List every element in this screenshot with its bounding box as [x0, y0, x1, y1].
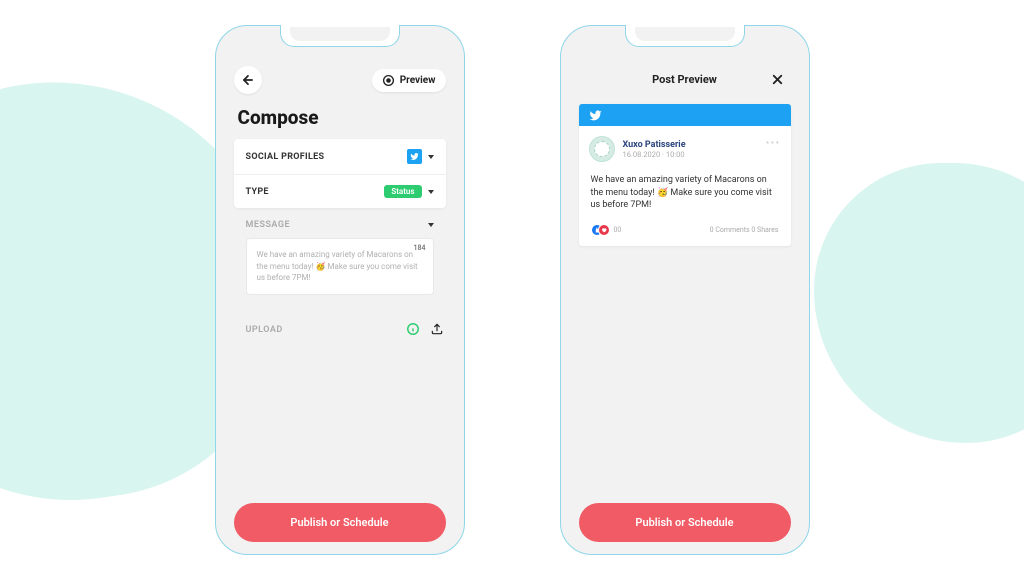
phone-compose: Preview Compose SOCIAL PROFILES TYPE [215, 25, 465, 555]
message-section: MESSAGE 184 We have an amazing variety o… [234, 218, 446, 295]
arrow-left-icon [241, 73, 255, 87]
close-icon [770, 72, 785, 87]
heart-icon [598, 224, 610, 236]
preview-label: Preview [400, 75, 436, 86]
header: Post Preview [569, 58, 801, 104]
close-button[interactable] [764, 66, 790, 92]
message-text: We have an amazing variety of Macarons o… [257, 249, 423, 284]
social-profiles-label: SOCIAL PROFILES [246, 152, 325, 162]
page-title: Compose [224, 106, 456, 139]
publish-button[interactable]: Publish or Schedule [234, 503, 446, 542]
react-count: 00 [614, 226, 622, 234]
twitter-icon [589, 109, 602, 122]
info-icon[interactable] [406, 321, 420, 340]
publish-button[interactable]: Publish or Schedule [579, 503, 791, 542]
post-author: Xuxo Patisserie [623, 140, 686, 150]
message-input[interactable]: 184 We have an amazing variety of Macaro… [246, 238, 434, 295]
chevron-down-icon [428, 155, 434, 159]
header: Preview [224, 58, 456, 106]
compose-card: SOCIAL PROFILES TYPE Status [234, 139, 446, 208]
phones-container: Preview Compose SOCIAL PROFILES TYPE [0, 0, 1024, 563]
char-count: 184 [414, 244, 426, 252]
avatar [589, 136, 615, 162]
post-date: 16.08.2020 · 10:00 [623, 150, 686, 159]
notch [280, 25, 400, 47]
post-body: We have an amazing variety of Macarons o… [579, 168, 791, 218]
type-label: TYPE [246, 187, 269, 197]
phone-preview: Post Preview Xuxo Patisserie 16.08.2020 … [560, 25, 810, 555]
post-footer: 00 0 Comments 0 Shares [579, 218, 791, 246]
type-row[interactable]: TYPE Status [234, 175, 446, 208]
upload-section: UPLOAD [224, 305, 456, 350]
chevron-down-icon [428, 190, 434, 194]
post-preview-card: Xuxo Patisserie 16.08.2020 · 10:00 ••• W… [579, 104, 791, 246]
preview-title: Post Preview [652, 73, 717, 86]
post-header: Xuxo Patisserie 16.08.2020 · 10:00 ••• [579, 126, 791, 168]
post-stats: 0 Comments 0 Shares [710, 226, 779, 234]
more-icon[interactable]: ••• [766, 138, 781, 149]
upload-label: UPLOAD [246, 325, 283, 335]
preview-button[interactable]: Preview [372, 69, 446, 92]
status-badge: Status [384, 185, 421, 198]
chevron-down-icon[interactable] [428, 223, 434, 227]
eye-icon [382, 74, 395, 87]
twitter-bar [579, 104, 791, 126]
reactions: 00 [591, 224, 622, 236]
twitter-icon [407, 149, 422, 164]
social-profiles-row[interactable]: SOCIAL PROFILES [234, 139, 446, 175]
back-button[interactable] [234, 66, 262, 94]
notch [625, 25, 745, 47]
upload-icon[interactable] [430, 321, 444, 340]
message-label: MESSAGE [246, 220, 291, 230]
